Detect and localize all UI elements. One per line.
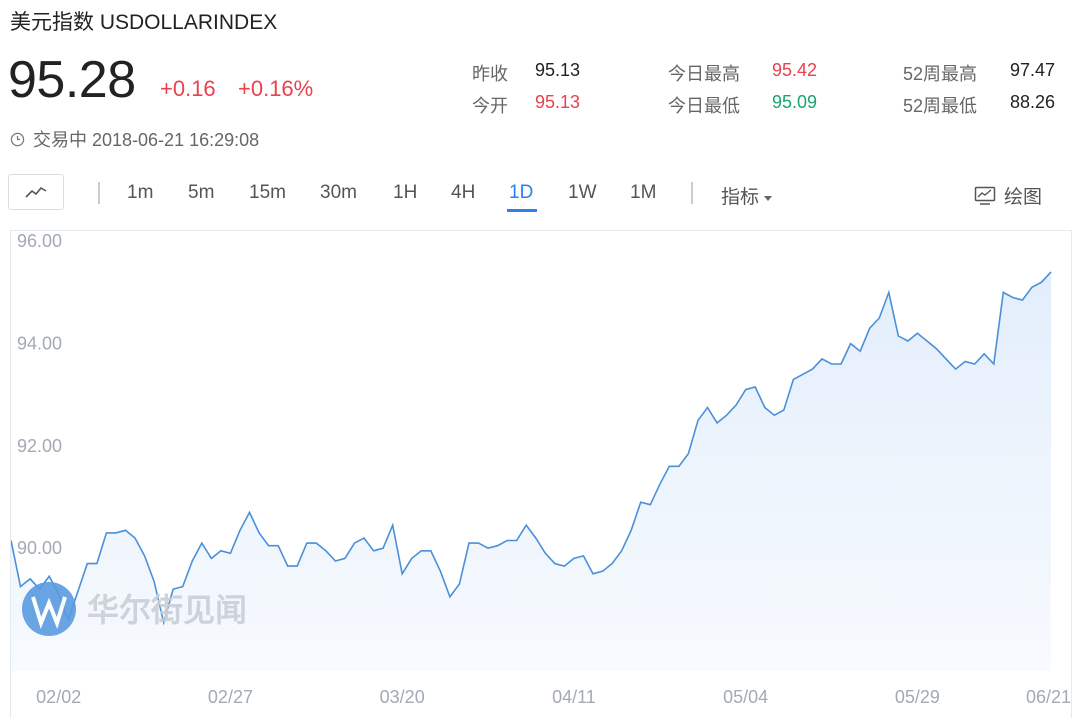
period-15m[interactable]: 15m — [249, 182, 286, 204]
draw-button[interactable]: 绘图 — [974, 182, 1042, 209]
period-30m[interactable]: 30m — [320, 182, 357, 204]
price-change: +0.16 — [160, 76, 216, 101]
day-high-label: 今日最高 — [668, 64, 740, 84]
period-1h[interactable]: 1H — [393, 182, 417, 204]
watermark-logo-icon — [22, 582, 76, 636]
x-tick-label: 02/02 — [36, 687, 81, 707]
x-tick-label: 02/27 — [208, 687, 253, 707]
period-5m[interactable]: 5m — [188, 182, 214, 204]
week52-low-label: 52周最低 — [903, 96, 978, 116]
line-chart-icon — [25, 186, 47, 198]
week52-low-value: 88.26 — [1010, 92, 1056, 112]
period-1m[interactable]: 1m — [127, 182, 153, 204]
day-low-label: 今日最低 — [668, 96, 740, 116]
last-price: 95.28 — [8, 51, 136, 109]
y-tick-label: 90.00 — [17, 538, 62, 558]
watermark-text: 华尔街见闻 — [87, 591, 247, 629]
prev-close-label: 昨收 — [472, 64, 508, 84]
trading-status: 交易中 2018-06-21 16:29:08 — [10, 126, 259, 152]
y-tick-label: 92.00 — [17, 436, 62, 456]
x-tick-label: 05/04 — [723, 687, 768, 707]
y-tick-label: 96.00 — [17, 231, 62, 251]
x-tick-label: 05/29 — [895, 687, 940, 707]
x-tick-label: 04/11 — [552, 687, 596, 707]
period-1w[interactable]: 1W — [568, 182, 597, 204]
open-label: 今开 — [472, 96, 508, 116]
open-value: 95.13 — [535, 92, 581, 112]
toolbar-divider — [691, 182, 693, 204]
clock-icon — [10, 132, 25, 146]
chart-type-button[interactable] — [8, 174, 64, 210]
instrument-title: 美元指数 USDOLLARINDEX — [10, 11, 278, 34]
status-text: 交易中 2018-06-21 16:29:08 — [33, 130, 260, 150]
period-1mo[interactable]: 1M — [630, 182, 656, 204]
price-change-percent: +0.16% — [238, 76, 314, 101]
chart-svg[interactable]: 96.0094.0092.0090.0088.00 02/0202/2703/2… — [11, 231, 1073, 719]
active-period-underline — [507, 209, 537, 212]
day-low-value: 95.09 — [772, 92, 818, 112]
week52-high-value: 97.47 — [1010, 60, 1056, 80]
watermark: 华尔街见闻 — [22, 582, 247, 636]
period-4h[interactable]: 4H — [451, 182, 475, 204]
x-tick-label: 03/20 — [380, 687, 425, 707]
week52-high-label: 52周最高 — [903, 64, 978, 84]
indicator-label: 指标 — [721, 187, 760, 208]
x-tick-label: 06/21 — [1026, 687, 1071, 707]
prev-close-value: 95.13 — [535, 60, 581, 80]
chart-toolbar: 1m 5m 15m 30m 1H 4H 1D 1W 1M 指标 绘图 — [0, 172, 1080, 216]
day-high-value: 95.42 — [772, 60, 818, 80]
caret-down-icon — [764, 196, 773, 201]
toolbar-divider — [98, 182, 100, 204]
indicator-dropdown[interactable]: 指标 — [721, 182, 774, 209]
y-tick-label: 94.00 — [17, 334, 62, 354]
draw-label: 绘图 — [1004, 187, 1043, 208]
price-chart[interactable]: 96.0094.0092.0090.0088.00 02/0202/2703/2… — [10, 230, 1072, 718]
chart-draw-icon — [974, 186, 996, 205]
period-1d[interactable]: 1D — [509, 182, 533, 204]
